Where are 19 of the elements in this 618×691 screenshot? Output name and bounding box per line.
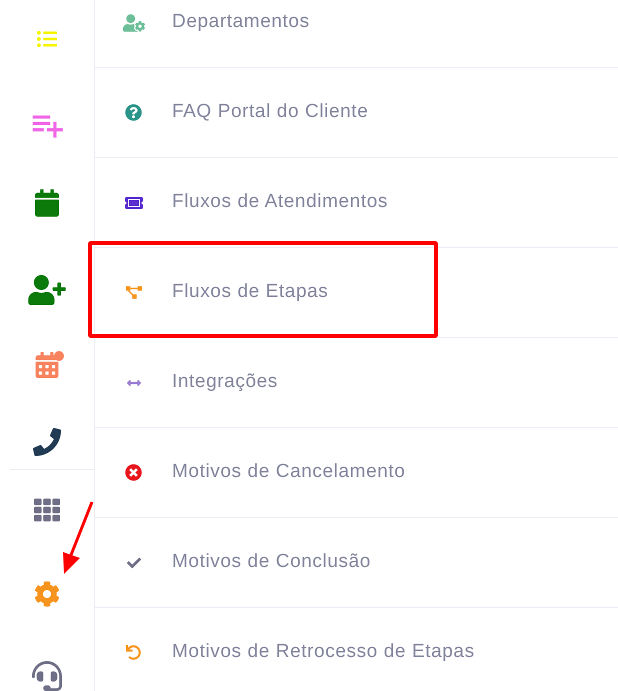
calendar-icon[interactable] [35, 188, 59, 217]
headset-icon[interactable] [32, 661, 62, 691]
undo-icon [126, 645, 141, 660]
menu-item[interactable]: Motivos de Conclusão [172, 548, 371, 577]
menu-item[interactable]: Fluxos de Etapas [172, 278, 328, 307]
menu-item[interactable]: FAQ Portal do Cliente [172, 98, 368, 127]
help-icon [125, 104, 142, 121]
menu-item[interactable]: Integrações [172, 368, 278, 397]
menu-item[interactable]: Departamentos [172, 8, 310, 37]
user-gear-icon [122, 14, 144, 32]
menu-item[interactable]: Motivos de Cancelamento [172, 458, 406, 487]
phone-icon[interactable] [32, 428, 62, 456]
menu-item[interactable]: Motivos de Retrocesso de Etapas [172, 638, 475, 667]
ticket-icon [124, 194, 144, 210]
grid-icon[interactable] [32, 497, 62, 523]
flow-icon [124, 285, 142, 300]
check-icon [126, 556, 142, 570]
menu-item[interactable]: Fluxos de Atendimentos [172, 188, 388, 217]
user-plus-icon[interactable] [28, 274, 66, 305]
